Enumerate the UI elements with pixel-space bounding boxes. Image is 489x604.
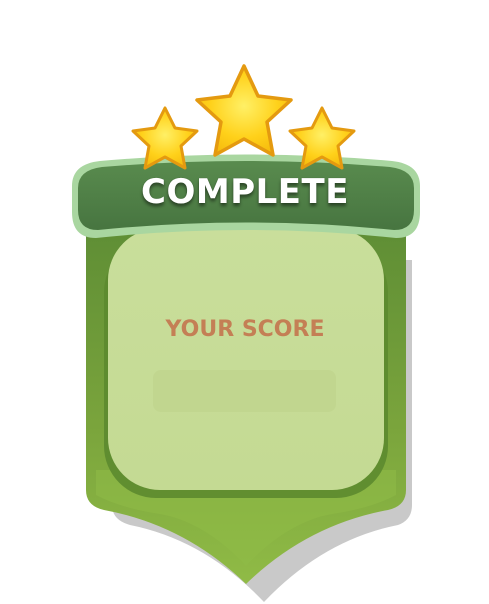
level-complete-dialog: COMPLETE YOUR SCORE bbox=[0, 0, 489, 604]
dialog-title: COMPLETE bbox=[141, 172, 349, 212]
shield-graphic bbox=[72, 64, 420, 602]
score-panel bbox=[108, 228, 384, 490]
score-value-field bbox=[153, 370, 336, 412]
score-label: YOUR SCORE bbox=[165, 317, 325, 342]
star-center-icon bbox=[195, 64, 293, 157]
